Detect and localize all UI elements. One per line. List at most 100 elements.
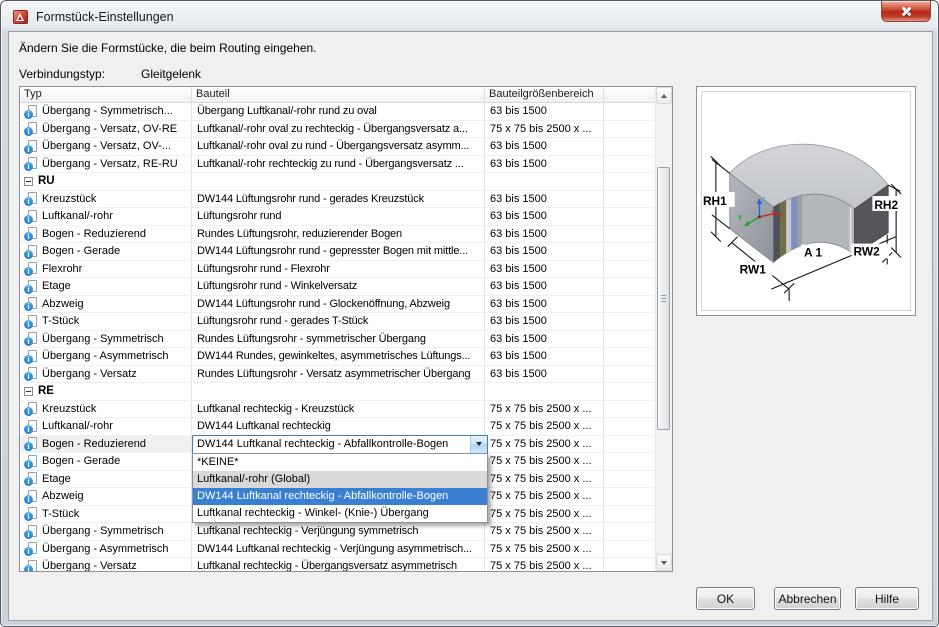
typ-cell[interactable]: i T-Stück bbox=[20, 313, 192, 330]
column-header-bauteilgroessenbereich[interactable]: Bauteilgrößenbereich bbox=[485, 87, 604, 102]
vertical-scrollbar[interactable] bbox=[655, 87, 672, 571]
typ-cell[interactable]: i T-Stück bbox=[20, 505, 192, 522]
table-row[interactable]: i Luftkanal/-rohr DW144 Luftkanal rechteck… bbox=[20, 418, 655, 436]
typ-cell[interactable]: i Etage bbox=[20, 470, 192, 487]
bauteil-cell: DW144 Lüftungsrohr rund - Glockenöffnung… bbox=[192, 295, 485, 312]
column-header-bauteil[interactable]: Bauteil bbox=[192, 87, 485, 102]
scroll-up-button[interactable] bbox=[656, 87, 672, 104]
table-row[interactable]: i Übergang - Versatz, OV-... Luftkanal/-ro… bbox=[20, 138, 655, 156]
part-info-icon: i bbox=[24, 454, 39, 469]
table-row[interactable]: i T-Stück Lüftungsrohr rund - gerades T-St… bbox=[20, 313, 655, 331]
table-row[interactable]: i Übergang - Asymmetrisch DW144 Luftkanal … bbox=[20, 540, 655, 558]
bauteil-cell: Rundes Lüftungsrohr - Versatz asymmetris… bbox=[192, 365, 485, 382]
dropdown-item[interactable]: Luftkanal rechteckig - Winkel- (Knie-) Ü… bbox=[193, 505, 487, 522]
typ-cell[interactable]: i Flexrohr bbox=[20, 260, 192, 277]
help-button[interactable]: Hilfe bbox=[855, 587, 919, 610]
info-icon: i bbox=[24, 249, 33, 259]
typ-cell[interactable]: i Bogen - Reduzierend bbox=[20, 225, 192, 242]
typ-cell[interactable]: i Übergang - Symmetrisch... bbox=[20, 103, 192, 120]
filler-cell bbox=[604, 523, 655, 540]
typ-cell[interactable]: i Übergang - Symmetrisch bbox=[20, 330, 192, 347]
typ-cell[interactable]: i Kreuzstück bbox=[20, 400, 192, 417]
table-row[interactable]: i Bogen - Reduzierend Rundes Lüftungsrohr,… bbox=[20, 225, 655, 243]
filler-cell bbox=[604, 331, 655, 348]
bereich-cell: 63 bis 1500 bbox=[485, 365, 604, 382]
typ-cell[interactable]: i Übergang - Versatz, OV-RE bbox=[20, 120, 192, 137]
collapse-icon[interactable] bbox=[24, 386, 33, 396]
ok-button[interactable]: OK bbox=[696, 587, 755, 610]
collapse-icon[interactable] bbox=[24, 176, 33, 186]
titlebar[interactable]: Formstück-Einstellungen bbox=[2, 2, 937, 31]
group-label: RE bbox=[38, 385, 54, 398]
bauteil-cell: DW144 Luftkanal rechteckig bbox=[192, 418, 485, 435]
table-row[interactable]: i Bogen - Gerade DW144 Lüftungsrohr rund -… bbox=[20, 243, 655, 261]
typ-cell[interactable]: i Übergang - Versatz bbox=[20, 558, 192, 571]
typ-cell[interactable]: i Bogen - Reduzierend bbox=[20, 435, 192, 452]
typ-cell[interactable]: i Übergang - Asymmetrisch bbox=[20, 348, 192, 365]
table-row[interactable]: i Übergang - Symmetrisch Luftkanal rechtec… bbox=[20, 523, 655, 541]
part-info-icon: i bbox=[24, 507, 39, 522]
typ-cell[interactable]: i Abzweig bbox=[20, 295, 192, 312]
group-row[interactable]: RE bbox=[20, 383, 655, 401]
info-icon: i bbox=[24, 407, 33, 417]
dropdown-item[interactable]: DW144 Luftkanal rechteckig - Abfallkontr… bbox=[193, 487, 487, 505]
group-row[interactable]: RU bbox=[20, 173, 655, 191]
typ-cell[interactable]: i Etage bbox=[20, 278, 192, 295]
typ-label: Etage bbox=[42, 472, 71, 485]
scrollbar-thumb[interactable] bbox=[657, 167, 670, 430]
fitting-settings-dialog: Formstück-Einstellungen Ändern Sie die F… bbox=[0, 0, 939, 627]
typ-cell[interactable]: i Übergang - Versatz, OV-... bbox=[20, 138, 192, 155]
combobox-dropdown-button[interactable] bbox=[470, 435, 487, 453]
part-info-icon: i bbox=[24, 139, 39, 154]
info-icon: i bbox=[24, 494, 33, 504]
table-row[interactable]: i Bogen - Reduzierend DW144 Luftkanal rech… bbox=[20, 434, 655, 523]
bauteil-combobox[interactable]: DW144 Luftkanal rechteckig - Abfallkontr… bbox=[192, 434, 488, 454]
column-header-typ[interactable]: Typ bbox=[20, 87, 192, 102]
typ-cell[interactable]: i Kreuzstück bbox=[20, 190, 192, 207]
table-row[interactable]: i Übergang - Asymmetrisch DW144 Rundes, ge… bbox=[20, 348, 655, 366]
filler-cell bbox=[604, 558, 655, 571]
typ-cell[interactable]: i Übergang - Versatz, RE-RU bbox=[20, 155, 192, 172]
dim-label-rw2: RW2 bbox=[854, 244, 881, 258]
table-row[interactable]: i Übergang - Versatz, OV-RE Luftkanal/-roh… bbox=[20, 120, 655, 138]
typ-cell[interactable]: i Übergang - Asymmetrisch bbox=[20, 540, 192, 557]
part-info-icon: i bbox=[24, 209, 39, 224]
table-row[interactable]: i Etage Lüftungsrohr rund - Winkelversatz 6… bbox=[20, 278, 655, 296]
typ-label: Abzweig bbox=[42, 297, 84, 310]
table-row[interactable]: i Übergang - Symmetrisch Rundes Lüftungsro… bbox=[20, 330, 655, 348]
bereich-cell: 63 bis 1500 bbox=[485, 313, 604, 330]
part-info-icon: i bbox=[24, 104, 39, 119]
table-row[interactable]: i Übergang - Versatz, RE-RU Luftkanal/-roh… bbox=[20, 155, 655, 173]
scroll-down-button[interactable] bbox=[656, 554, 672, 571]
close-button[interactable] bbox=[881, 1, 931, 22]
table-row[interactable]: i Übergang - Versatz Rundes Lüftungsrohr -… bbox=[20, 365, 655, 383]
table-row[interactable]: i Übergang - Symmetrisch... Übergang Luftk… bbox=[20, 103, 655, 121]
table-row[interactable]: i Übergang - Versatz Luftkanal rechteckig … bbox=[20, 558, 655, 571]
typ-cell[interactable]: i Abzweig bbox=[20, 488, 192, 505]
dropdown-item[interactable]: *KEINE* bbox=[193, 454, 487, 471]
typ-label: Flexrohr bbox=[42, 262, 83, 275]
typ-cell[interactable]: i Bogen - Gerade bbox=[20, 453, 192, 470]
part-info-icon: i bbox=[24, 472, 39, 487]
table-row[interactable]: i Kreuzstück Luftkanal rechteckig - Kreuzs… bbox=[20, 400, 655, 418]
filler-cell bbox=[604, 156, 655, 173]
bereich-cell: 75 x 75 bis 2500 x ... bbox=[485, 418, 604, 435]
typ-cell[interactable]: i Übergang - Symmetrisch bbox=[20, 523, 192, 540]
table-row[interactable]: i Flexrohr Lüftungsrohr rund - Flexrohr 63 … bbox=[20, 260, 655, 278]
cancel-button[interactable]: Abbrechen bbox=[774, 587, 841, 610]
typ-cell[interactable]: i Bogen - Gerade bbox=[20, 243, 192, 260]
autocad-icon bbox=[13, 9, 28, 24]
typ-cell[interactable]: i Luftkanal/-rohr bbox=[20, 208, 192, 225]
table-row[interactable]: i Kreuzstück DW144 Lüftungsrohr rund - ger… bbox=[20, 190, 655, 208]
table-row[interactable]: i Luftkanal/-rohr Lüftungsrohr rund 63 bis … bbox=[20, 208, 655, 226]
bereich-cell: 75 x 75 bis 2500 x ... bbox=[485, 470, 604, 487]
table-row[interactable]: i Abzweig DW144 Lüftungsrohr rund - Glocke… bbox=[20, 295, 655, 313]
part-info-icon: i bbox=[24, 279, 39, 294]
typ-cell[interactable]: i Übergang - Versatz bbox=[20, 365, 192, 382]
typ-cell[interactable]: i Luftkanal/-rohr bbox=[20, 418, 192, 435]
filler-cell bbox=[604, 488, 655, 505]
part-info-icon: i bbox=[24, 489, 39, 504]
dropdown-item[interactable]: Luftkanal/-rohr (Global) bbox=[193, 470, 487, 488]
table-body: i Übergang - Symmetrisch... Übergang Luftk… bbox=[20, 103, 655, 571]
bauteil-cell: DW144 Rundes, gewinkeltes, asymmetrische… bbox=[192, 348, 485, 365]
